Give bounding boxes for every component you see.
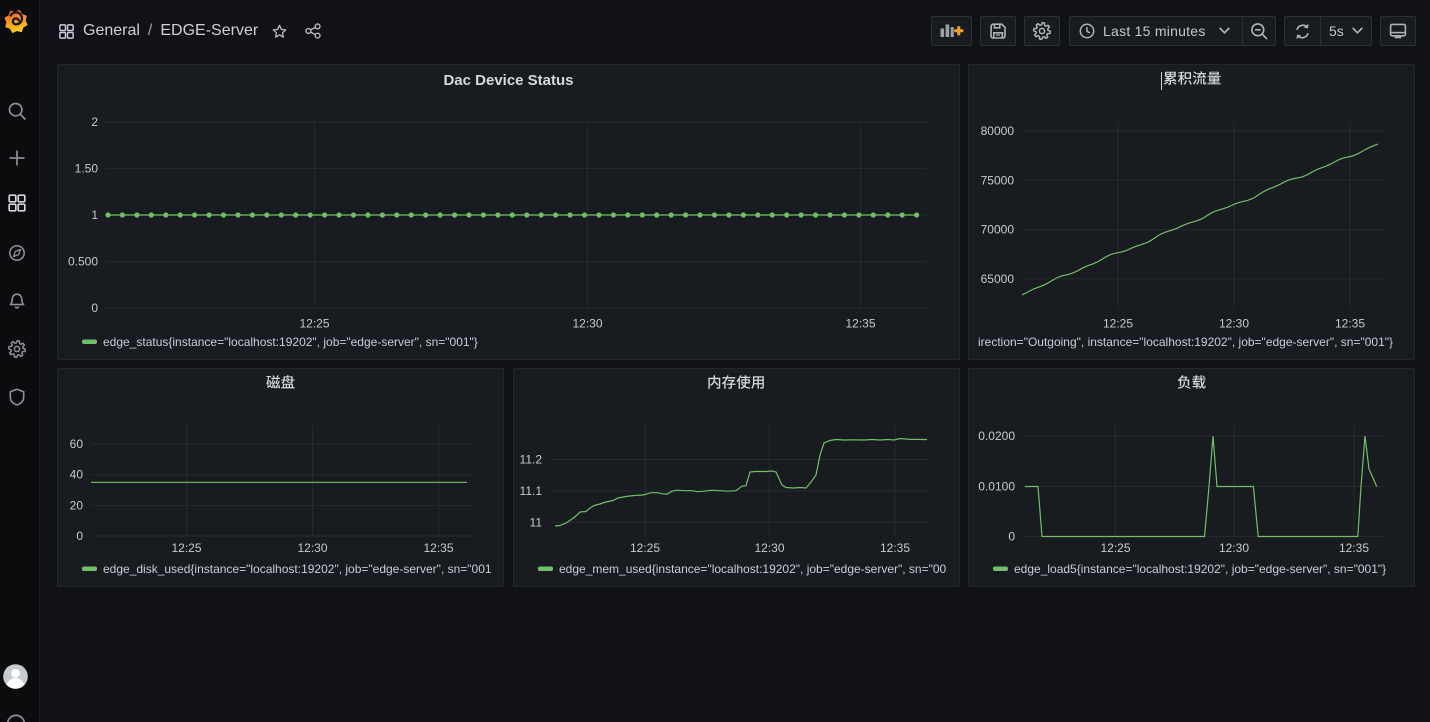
svg-text:0: 0 (91, 301, 98, 315)
svg-text:1: 1 (91, 208, 98, 222)
svg-text:0: 0 (76, 529, 83, 543)
svg-text:12:30: 12:30 (572, 317, 602, 331)
svg-text:0.500: 0.500 (68, 255, 98, 269)
svg-text:75000: 75000 (981, 173, 1015, 187)
svg-text:0.0100: 0.0100 (978, 480, 1015, 494)
svg-text:12:30: 12:30 (297, 541, 327, 555)
svg-text:0.0200: 0.0200 (978, 429, 1015, 443)
svg-text:12:35: 12:35 (1339, 541, 1369, 555)
svg-text:12:35: 12:35 (423, 541, 453, 555)
svg-text:0: 0 (1008, 530, 1015, 544)
svg-text:60: 60 (70, 437, 84, 451)
svg-text:12:25: 12:25 (171, 541, 201, 555)
svg-text:12:35: 12:35 (845, 317, 875, 331)
svg-text:11: 11 (530, 516, 543, 530)
svg-text:12:35: 12:35 (1335, 317, 1365, 331)
svg-text:irection="Outgoing", instance=: irection="Outgoing", instance="localhost… (978, 335, 1393, 349)
svg-text:80000: 80000 (981, 124, 1015, 138)
svg-text:edge_load5{instance="localhost: edge_load5{instance="localhost:19202", j… (1014, 562, 1386, 576)
svg-text:12:35: 12:35 (880, 541, 910, 555)
svg-text:2: 2 (91, 115, 98, 129)
svg-text:edge_disk_used{instance="local: edge_disk_used{instance="localhost:19202… (103, 562, 492, 576)
svg-text:edge_mem_used{instance="localh: edge_mem_used{instance="localhost:19202"… (559, 562, 947, 576)
svg-text:12:30: 12:30 (1219, 317, 1249, 331)
svg-text:12:25: 12:25 (299, 317, 329, 331)
svg-text:40: 40 (70, 468, 84, 482)
svg-text:12:25: 12:25 (630, 541, 660, 555)
svg-text:70000: 70000 (981, 223, 1015, 237)
svg-text:65000: 65000 (981, 272, 1015, 286)
svg-text:11.2: 11.2 (520, 453, 543, 467)
svg-text:12:30: 12:30 (754, 541, 784, 555)
svg-text:20: 20 (70, 498, 84, 512)
svg-text:12:30: 12:30 (1219, 541, 1249, 555)
svg-text:12:25: 12:25 (1100, 541, 1130, 555)
svg-text:edge_status{instance="localhos: edge_status{instance="localhost:19202", … (103, 335, 478, 349)
svg-text:1.50: 1.50 (75, 162, 99, 176)
svg-text:12:25: 12:25 (1103, 317, 1133, 331)
svg-text:11.1: 11.1 (520, 484, 543, 498)
